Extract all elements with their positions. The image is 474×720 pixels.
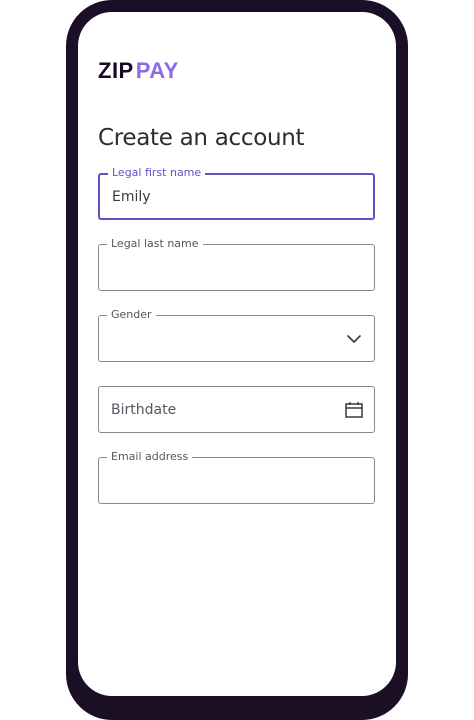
logo-zip-text: ZIP <box>98 58 134 83</box>
birthdate-placeholder: Birthdate <box>111 402 177 418</box>
phone-screen: ZIP PAY Create an account Legal first nam… <box>78 12 396 696</box>
last-name-label: Legal last name <box>107 237 203 251</box>
logo-pay-text: PAY <box>135 58 179 83</box>
email-label: Email address <box>107 450 193 464</box>
calendar-icon[interactable] <box>344 400 364 420</box>
page-title: Create an account <box>98 125 305 151</box>
first-name-field[interactable]: Legal first name Emily <box>98 166 375 220</box>
first-name-label: Legal first name <box>108 166 206 180</box>
gender-select[interactable]: Gender <box>98 308 375 362</box>
birthdate-field[interactable]: Birthdate <box>98 386 375 433</box>
zippay-logo: ZIP PAY <box>98 56 179 86</box>
last-name-field[interactable]: Legal last name <box>98 237 375 291</box>
first-name-value: Emily <box>112 189 151 205</box>
email-field[interactable]: Email address <box>98 450 375 504</box>
gender-label: Gender <box>107 308 156 322</box>
chevron-down-icon[interactable] <box>344 329 364 349</box>
